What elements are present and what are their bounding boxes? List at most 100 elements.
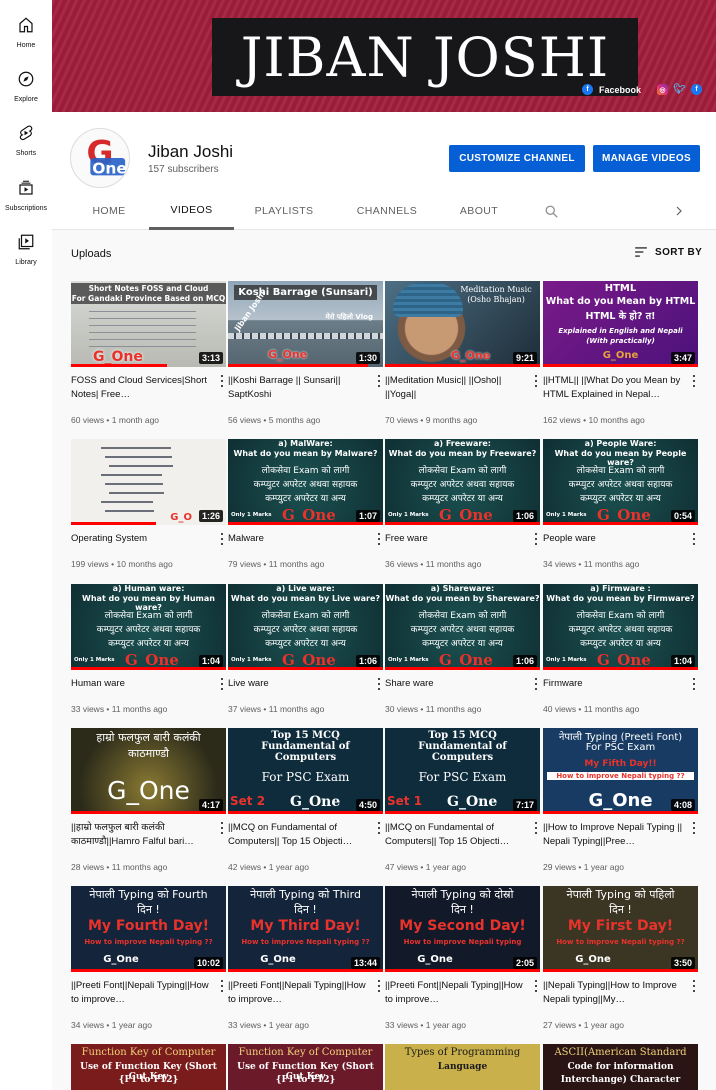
- video-title[interactable]: ||MCQ on Fundamental of Computers|| Top …: [228, 821, 370, 849]
- video-card[interactable]: नेपाली Typing (Preeti Font) For PSC Exam M…: [543, 728, 698, 872]
- more-actions-icon[interactable]: [532, 375, 540, 387]
- video-title[interactable]: ||Preeti Font||Nepali Typing||How to imp…: [228, 979, 370, 1007]
- more-actions-icon[interactable]: [690, 980, 698, 992]
- more-actions-icon[interactable]: [690, 822, 698, 834]
- video-thumbnail[interactable]: Types of Programming Language: [385, 1044, 540, 1090]
- video-thumbnail[interactable]: हाम्रो फलफुल बारी कलंकी काठमाण्डौ G_One 4:1…: [71, 728, 226, 814]
- video-card[interactable]: नेपाली Typing को Fourth दिन ! My Fourth Da…: [71, 886, 226, 1030]
- more-actions-icon[interactable]: [375, 533, 383, 545]
- video-card[interactable]: a) Freeware: What do you mean by Freeware…: [385, 439, 540, 569]
- video-card[interactable]: Top 15 MCQ Fundamental of Computers For PSC…: [228, 728, 383, 872]
- sidebar-item-explore[interactable]: Explore: [0, 70, 52, 124]
- video-thumbnail[interactable]: a) Human ware: What do you mean by Human …: [71, 584, 226, 670]
- video-thumbnail[interactable]: Top 15 MCQ Fundamental of Computers For PSC…: [385, 728, 540, 814]
- video-card[interactable]: नेपाली Typing को पहिलो दिन ! My First Day!…: [543, 886, 698, 1030]
- more-actions-icon[interactable]: [532, 822, 540, 834]
- more-actions-icon[interactable]: [218, 533, 226, 545]
- tab-channels[interactable]: CHANNELS: [348, 192, 426, 230]
- video-thumbnail[interactable]: a) Firmware : What do you mean by Firmwar…: [543, 584, 698, 670]
- more-actions-icon[interactable]: [375, 822, 383, 834]
- more-actions-icon[interactable]: [218, 822, 226, 834]
- more-actions-icon[interactable]: [690, 533, 698, 545]
- more-actions-icon[interactable]: [690, 375, 698, 387]
- more-actions-icon[interactable]: [690, 678, 698, 690]
- sidebar-item-home[interactable]: Home: [0, 16, 52, 70]
- video-thumbnail[interactable]: Top 15 MCQ Fundamental of Computers For PSC…: [228, 728, 383, 814]
- more-actions-icon[interactable]: [532, 533, 540, 545]
- more-actions-icon[interactable]: [532, 678, 540, 690]
- sort-by-button[interactable]: SORT BY: [634, 246, 702, 258]
- facebook-icon[interactable]: f: [581, 84, 593, 95]
- video-thumbnail[interactable]: a) People Ware: What do you mean by Peopl…: [543, 439, 698, 525]
- video-title[interactable]: FOSS and Cloud Services|Short Notes| Fre…: [71, 374, 213, 402]
- video-title[interactable]: ||Nepali Typing||How to Improve Nepali t…: [543, 979, 685, 1007]
- video-title[interactable]: People ware: [543, 532, 685, 546]
- video-card[interactable]: HTML What do you Mean by HTML HTML के हो? …: [543, 281, 698, 425]
- instagram-icon[interactable]: ◎: [657, 84, 668, 95]
- video-thumbnail[interactable]: नेपाली Typing को दोस्रो दिन ! My Second Da…: [385, 886, 540, 972]
- tab-home[interactable]: HOME: [79, 192, 139, 230]
- more-actions-icon[interactable]: [218, 980, 226, 992]
- video-thumbnail[interactable]: Koshi Barrage (Sunsari) मेरो पहिलो Vlog Ji…: [228, 281, 383, 367]
- video-title[interactable]: ||Preeti Font||Nepali Typing||How to imp…: [385, 979, 527, 1007]
- more-actions-icon[interactable]: [218, 375, 226, 387]
- video-thumbnail[interactable]: a) Live ware: What do you mean by Live wa…: [228, 584, 383, 670]
- video-title[interactable]: ||हाम्रो फलफुल बारी कलंकी काठमाण्डौ||Ham…: [71, 821, 213, 849]
- tab-search[interactable]: [538, 192, 564, 230]
- video-thumbnail[interactable]: a) Freeware: What do you mean by Freeware…: [385, 439, 540, 525]
- video-title[interactable]: ||Koshi Barrage || Sunsari|| SaptKoshi: [228, 374, 370, 402]
- video-thumbnail[interactable]: Meditation Music (Osho Bhajan) G_One 9:21: [385, 281, 540, 367]
- video-thumbnail[interactable]: a) Shareware: What do you mean by Sharewa…: [385, 584, 540, 670]
- video-card[interactable]: Function Key of Computer Use of Function …: [228, 1044, 383, 1090]
- video-thumbnail[interactable]: नेपाली Typing को पहिलो दिन ! My First Day!…: [543, 886, 698, 972]
- video-thumbnail[interactable]: नेपाली Typing (Preeti Font) For PSC Exam M…: [543, 728, 698, 814]
- video-card[interactable]: Function Key of Computer Use of Function …: [71, 1044, 226, 1090]
- facebook-icon-2[interactable]: f: [691, 84, 702, 95]
- video-card[interactable]: नेपाली Typing को दोस्रो दिन ! My Second Da…: [385, 886, 540, 1030]
- video-card[interactable]: a) MalWare: What do you mean by Malware? ल…: [228, 439, 383, 569]
- more-actions-icon[interactable]: [375, 375, 383, 387]
- video-title[interactable]: Live ware: [228, 677, 370, 691]
- video-card[interactable]: Types of Programming Language: [385, 1044, 540, 1090]
- more-actions-icon[interactable]: [532, 980, 540, 992]
- video-title[interactable]: Free ware: [385, 532, 527, 546]
- video-title[interactable]: ||Meditation Music|| ||Osho|| ||Yoga||: [385, 374, 527, 402]
- tabs-scroll-right[interactable]: [666, 192, 692, 230]
- video-thumbnail[interactable]: ASCII(American Standard Code for informat…: [543, 1044, 698, 1090]
- video-card[interactable]: Short Notes FOSS and Cloud ServicesFor G…: [71, 281, 226, 425]
- sidebar-item-subscriptions[interactable]: Subscriptions: [0, 179, 52, 233]
- facebook-link[interactable]: Facebook: [599, 85, 641, 95]
- tab-playlists[interactable]: PLAYLISTS: [244, 192, 324, 230]
- customize-channel-button[interactable]: CUSTOMIZE CHANNEL: [449, 145, 585, 172]
- video-title[interactable]: Firmware: [543, 677, 685, 691]
- video-card[interactable]: Top 15 MCQ Fundamental of Computers For PSC…: [385, 728, 540, 872]
- video-thumbnail[interactable]: नेपाली Typing को Third दिन ! My Third Day!…: [228, 886, 383, 972]
- video-card[interactable]: a) Firmware : What do you mean by Firmwar…: [543, 584, 698, 714]
- video-title[interactable]: ||How to Improve Nepali Typing || Nepali…: [543, 821, 685, 849]
- tab-about[interactable]: ABOUT: [448, 192, 510, 230]
- video-thumbnail[interactable]: G_O 1:26: [71, 439, 226, 525]
- video-card[interactable]: a) Live ware: What do you mean by Live wa…: [228, 584, 383, 714]
- video-thumbnail[interactable]: Function Key of Computer Use of Function …: [228, 1044, 383, 1090]
- video-card[interactable]: Koshi Barrage (Sunsari) मेरो पहिलो Vlog Ji…: [228, 281, 383, 425]
- video-card[interactable]: ASCII(American Standard Code for informat…: [543, 1044, 698, 1090]
- more-actions-icon[interactable]: [218, 678, 226, 690]
- video-card[interactable]: a) Human ware: What do you mean by Human …: [71, 584, 226, 714]
- video-title[interactable]: ||Preeti Font||Nepali Typing||How to imp…: [71, 979, 213, 1007]
- video-card[interactable]: a) Shareware: What do you mean by Sharewa…: [385, 584, 540, 714]
- video-thumbnail[interactable]: Function Key of Computer Use of Function …: [71, 1044, 226, 1090]
- video-title[interactable]: Share ware: [385, 677, 527, 691]
- video-card[interactable]: हाम्रो फलफुल बारी कलंकी काठमाण्डौ G_One 4:1…: [71, 728, 226, 872]
- tab-videos[interactable]: VIDEOS: [149, 192, 234, 230]
- video-card[interactable]: नेपाली Typing को Third दिन ! My Third Day!…: [228, 886, 383, 1030]
- video-thumbnail[interactable]: Short Notes FOSS and Cloud ServicesFor G…: [71, 281, 226, 367]
- video-card[interactable]: Meditation Music (Osho Bhajan) G_One 9:21 ||…: [385, 281, 540, 425]
- twitter-icon[interactable]: 🐦︎: [673, 84, 686, 95]
- more-actions-icon[interactable]: [375, 678, 383, 690]
- video-title[interactable]: ||MCQ on Fundamental of Computers|| Top …: [385, 821, 527, 849]
- video-thumbnail[interactable]: नेपाली Typing को Fourth दिन ! My Fourth Da…: [71, 886, 226, 972]
- more-actions-icon[interactable]: [375, 980, 383, 992]
- video-thumbnail[interactable]: a) MalWare: What do you mean by Malware? ल…: [228, 439, 383, 525]
- video-title[interactable]: Malware: [228, 532, 370, 546]
- sidebar-item-library[interactable]: Library: [0, 233, 52, 287]
